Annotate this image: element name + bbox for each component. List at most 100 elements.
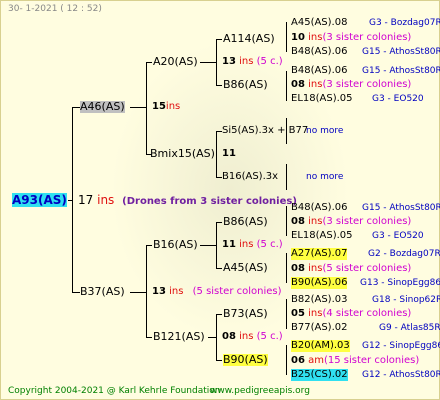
si5-node[interactable]: Si5(AS).3x + B77 bbox=[222, 125, 308, 137]
dam-count-group: 08 ins(5 sister colonies) bbox=[291, 263, 411, 275]
a46-count-group: 15ins bbox=[152, 101, 180, 113]
connector bbox=[216, 85, 222, 86]
b86a-node[interactable]: B86(AS) bbox=[223, 79, 268, 91]
dam-entry[interactable]: B48(AS).06 bbox=[291, 202, 347, 214]
ins-count: 05 bbox=[291, 308, 305, 319]
b86b-node[interactable]: B86(AS) bbox=[223, 216, 268, 228]
connector bbox=[72, 107, 80, 108]
sire-a46[interactable]: A46(AS) bbox=[80, 101, 125, 113]
b121-count-group: 08 ins (5 c.) bbox=[222, 331, 283, 343]
sire-entry[interactable]: B25(CS).02 bbox=[291, 369, 348, 381]
root-count-group: 17 ins (Drones from 3 sister colonies) bbox=[78, 193, 297, 209]
b73-node[interactable]: B73(AS) bbox=[223, 308, 268, 320]
sire-origin: G15 - AthosSt80R bbox=[362, 47, 440, 57]
dam-count-group: 05 ins(4 sister colonies) bbox=[291, 308, 411, 320]
connector bbox=[72, 292, 80, 293]
colonies-count: (3 sister colonies) bbox=[322, 216, 412, 227]
root-ins-label: ins bbox=[97, 193, 115, 207]
ins-count: 10 bbox=[291, 32, 305, 43]
dam-entry[interactable]: A45(AS).08 bbox=[291, 17, 347, 29]
b16-ins-label: ins bbox=[239, 239, 254, 250]
b37-colonies: (5 sister colonies) bbox=[192, 286, 282, 297]
connector bbox=[286, 118, 287, 144]
si5-no-more: no more bbox=[306, 126, 344, 136]
sire-entry[interactable]: B90(AS).06 bbox=[291, 277, 348, 289]
connector bbox=[286, 345, 287, 375]
connector bbox=[216, 39, 217, 85]
b90-node[interactable]: B90(AS) bbox=[223, 354, 268, 366]
dam-entry[interactable]: B82(AS).03 bbox=[291, 294, 347, 306]
dam-entry[interactable]: B20(AM).03 bbox=[291, 340, 350, 352]
connector bbox=[286, 164, 287, 190]
b16-ins-count: 11 bbox=[222, 239, 236, 250]
b16-count-group: 11 ins (5 c.) bbox=[222, 239, 283, 251]
ins-count: 08 bbox=[291, 79, 305, 90]
connector bbox=[72, 107, 73, 292]
a20-count-group: 13 ins (5 c.) bbox=[222, 56, 283, 68]
connector bbox=[216, 314, 217, 360]
website-link[interactable]: www.pedigreeapis.org bbox=[210, 385, 310, 397]
connector bbox=[200, 62, 216, 63]
b16x-node[interactable]: B16(AS).3x bbox=[222, 171, 278, 183]
dam-entry[interactable]: A27(AS).07 bbox=[291, 248, 348, 260]
ins-label: ins bbox=[308, 263, 323, 274]
ins-label: am bbox=[308, 355, 324, 366]
sire-origin: G9 - Atlas85R bbox=[379, 323, 440, 333]
connector bbox=[216, 314, 222, 315]
connector bbox=[130, 107, 146, 108]
bmix15-node[interactable]: Bmix15(AS) bbox=[150, 148, 215, 160]
connector bbox=[146, 337, 152, 338]
connector bbox=[146, 245, 152, 246]
sire-entry[interactable]: EL18(AS).05 bbox=[291, 230, 353, 242]
ins-label: ins bbox=[308, 79, 323, 90]
sire-entry[interactable]: B48(AS).06 bbox=[291, 46, 347, 58]
sire-entry[interactable]: B77(AS).02 bbox=[291, 322, 347, 334]
sire-origin: G13 - SinopEgg86R bbox=[360, 278, 440, 288]
a46-ins-label: ins bbox=[165, 101, 181, 112]
dam-count-group: 10 ins(3 sister colonies) bbox=[291, 32, 411, 44]
root-ins-count: 17 bbox=[78, 193, 94, 207]
connector bbox=[216, 222, 222, 223]
ins-label: ins bbox=[308, 32, 323, 43]
sire-entry[interactable]: EL18(AS).05 bbox=[291, 93, 353, 105]
a20-node[interactable]: A20(AS) bbox=[153, 56, 198, 68]
connector bbox=[200, 245, 216, 246]
a114-node[interactable]: A114(AS) bbox=[223, 33, 275, 45]
ins-count: 08 bbox=[291, 216, 305, 227]
connector bbox=[146, 62, 147, 154]
a20-colonies: (5 c.) bbox=[256, 56, 283, 67]
b16x-no-more: no more bbox=[306, 172, 344, 182]
bmix15-ins-count: 11 bbox=[222, 148, 236, 159]
sire-origin: G3 - EO520 bbox=[372, 94, 424, 104]
colonies-count: (15 sister colonies) bbox=[323, 355, 420, 366]
a20-ins-label: ins bbox=[239, 56, 254, 67]
connector bbox=[216, 39, 222, 40]
dam-entry[interactable]: B48(AS).06 bbox=[291, 65, 347, 77]
dam-origin: G3 - Bozdag07R bbox=[369, 18, 440, 28]
b121-ins-label: ins bbox=[239, 331, 254, 342]
a45-node[interactable]: A45(AS) bbox=[223, 262, 268, 274]
connector bbox=[216, 222, 217, 268]
connector bbox=[216, 131, 217, 177]
b16-node[interactable]: B16(AS) bbox=[153, 239, 198, 251]
copyright-text: Copyright 2004-2021 @ Karl Kehrle Founda… bbox=[8, 386, 221, 396]
a20-ins-count: 13 bbox=[222, 56, 236, 67]
ins-count: 08 bbox=[291, 263, 305, 274]
b37-ins-label: ins bbox=[169, 286, 184, 297]
root-queen[interactable]: A93(AS) bbox=[12, 193, 67, 207]
b37-node[interactable]: B37(AS) bbox=[80, 286, 125, 298]
connector bbox=[216, 268, 222, 269]
dam-count-group: 06 am(15 sister colonies) bbox=[291, 355, 419, 367]
colonies-count: (4 sister colonies) bbox=[322, 308, 412, 319]
connector bbox=[208, 337, 216, 338]
dam-origin: G15 - AthosSt80R bbox=[362, 203, 440, 213]
dam-count-group: 08 ins(3 sister colonies) bbox=[291, 79, 411, 91]
connector bbox=[216, 360, 222, 361]
connector bbox=[286, 22, 287, 52]
dam-origin: G12 - SinopEgg86R bbox=[362, 341, 440, 351]
sire-origin: G3 - EO520 bbox=[372, 231, 424, 241]
b121-node[interactable]: B121(AS) bbox=[153, 331, 205, 343]
b37-count-group: 13 ins (5 sister colonies) bbox=[152, 286, 282, 298]
dam-origin: G18 - Sinop62R bbox=[372, 295, 440, 305]
colonies-count: (3 sister colonies) bbox=[322, 32, 412, 43]
